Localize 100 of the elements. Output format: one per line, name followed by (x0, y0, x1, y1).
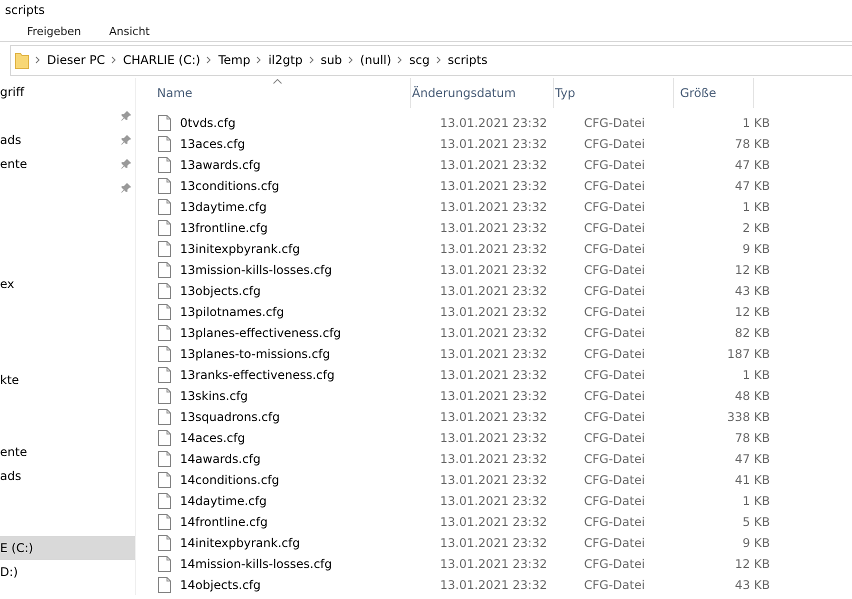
breadcrumb[interactable]: Temp (218, 53, 250, 67)
date-cell-text: 13.01.2021 23:32 (439, 430, 548, 444)
nav-label: D:) (0, 565, 18, 579)
breadcrumb[interactable]: il2gtp (268, 53, 303, 67)
column-header[interactable]: Größe (674, 78, 754, 108)
column-header[interactable]: Änderungsdatum (411, 78, 554, 108)
size-cell-text: 338 KB (726, 410, 770, 424)
date-cell-text: 13.01.2021 23:32 (439, 262, 548, 276)
type-cell-text: CFG-Datei (583, 556, 646, 570)
file-name[interactable]: 0tvds.cfg (180, 116, 435, 130)
nav-item[interactable]: kte (0, 368, 135, 392)
ribbon-tab[interactable]: Freigeben (27, 25, 82, 38)
file-name[interactable]: 13objects.cfg (180, 284, 435, 298)
file-name[interactable]: 13conditions.cfg (180, 178, 435, 192)
date-cell-text: 13.01.2021 23:32 (439, 326, 548, 340)
file-name[interactable]: 13daytime.cfg (180, 200, 435, 214)
size-cell-text: 9 KB (741, 242, 770, 256)
file-name[interactable]: 13initexpbyrank.cfg (180, 242, 435, 256)
size-cell-text: 48 KB (734, 388, 770, 402)
date-cell-text: 13.01.2021 23:32 (439, 388, 548, 402)
date-cell-text: 13.01.2021 23:32 (439, 472, 548, 486)
file-icon (158, 450, 171, 466)
size-cell-text: 43 KB (734, 578, 770, 592)
type-cell-text: CFG-Datei (583, 368, 646, 382)
chevron-icon (256, 56, 262, 64)
file-name[interactable]: 13aces.cfg (180, 136, 435, 150)
file-name[interactable]: 13squadrons.cfg (180, 410, 435, 424)
file-name[interactable]: 14awards.cfg (180, 452, 435, 466)
column-header[interactable]: Name (156, 78, 411, 108)
type-cell-text: CFG-Datei (583, 262, 646, 276)
file-icon (158, 304, 171, 320)
file-name[interactable]: 14daytime.cfg (180, 494, 435, 508)
file-icon (158, 388, 171, 404)
breadcrumb[interactable]: (null) (360, 53, 392, 67)
file-name[interactable]: 13pilotnames.cfg (180, 304, 435, 318)
type-cell-text: CFG-Datei (583, 200, 646, 214)
date-cell-text: 13.01.2021 23:32 (439, 242, 548, 256)
size-cell-text: 78 KB (734, 136, 770, 150)
file-name[interactable]: 14frontline.cfg (180, 514, 435, 528)
breadcrumb[interactable]: scg (409, 53, 430, 67)
date-cell-text: 13.01.2021 23:32 (439, 514, 548, 528)
file-name[interactable]: 13awards.cfg (180, 158, 435, 172)
nav-item[interactable]: griff (0, 80, 135, 104)
size-cell-text: 1 KB (741, 116, 770, 130)
size-cell-text: 47 KB (734, 178, 770, 192)
ribbon-tab[interactable]: Ansicht (109, 25, 150, 38)
file-name[interactable]: 13planes-effectiveness.cfg (180, 326, 435, 340)
file-name[interactable]: 14mission-kills-losses.cfg (180, 556, 435, 570)
file-name[interactable]: 14initexpbyrank.cfg (180, 536, 435, 550)
address-bar[interactable]: Dieser PC CHARLIE (C:) Temp il2gtp sub (null) scg scripts (10, 44, 852, 76)
nav-item[interactable]: ente (0, 440, 135, 464)
nav-label: ente (0, 445, 28, 459)
nav-item[interactable]: D:) (0, 560, 135, 584)
file-icon (158, 324, 171, 340)
file-icon (158, 430, 171, 446)
size-cell-text: 1 KB (741, 368, 770, 382)
type-cell-text: CFG-Datei (583, 136, 646, 150)
nav-item[interactable]: ads (0, 464, 135, 488)
file-name[interactable]: 13ranks-effectiveness.cfg (180, 368, 435, 382)
nav-item[interactable]: E (C:) (0, 536, 135, 560)
file-icon (158, 178, 171, 194)
date-cell-text: 13.01.2021 23:32 (439, 116, 548, 130)
nav-label: ads (0, 469, 22, 483)
file-icon (158, 492, 171, 508)
file-icon (158, 240, 171, 256)
nav-item[interactable]: ads (0, 128, 135, 152)
file-name[interactable]: 13skins.cfg (180, 388, 435, 402)
type-cell-text: CFG-Datei (583, 514, 646, 528)
file-icon (158, 114, 171, 130)
file-icon (158, 282, 171, 298)
column-header[interactable]: Typ (554, 78, 674, 108)
file-name[interactable]: 13mission-kills-losses.cfg (180, 262, 435, 276)
breadcrumb[interactable]: scripts (448, 53, 488, 67)
type-cell-text: CFG-Datei (583, 494, 646, 508)
size-cell-text: 43 KB (734, 284, 770, 298)
file-name[interactable]: 14conditions.cfg (180, 472, 435, 486)
date-cell-text: 13.01.2021 23:32 (439, 178, 548, 192)
date-cell-text: 13.01.2021 23:32 (439, 200, 548, 214)
date-cell-text: 13.01.2021 23:32 (439, 304, 548, 318)
type-cell-text: CFG-Datei (583, 116, 646, 130)
file-name[interactable]: 14objects.cfg (180, 578, 435, 592)
type-cell-text: CFG-Datei (583, 242, 646, 256)
nav-item[interactable]: ente (0, 152, 135, 176)
size-cell-text: 78 KB (734, 430, 770, 444)
size-cell-text: 41 KB (734, 472, 770, 486)
breadcrumb[interactable]: CHARLIE (C:) (122, 53, 200, 67)
file-name[interactable]: 13planes-to-missions.cfg (180, 346, 435, 360)
nav-label: ex (0, 277, 14, 291)
breadcrumb[interactable]: Dieser PC (47, 53, 105, 67)
chevron-icon (436, 56, 442, 64)
chevron-icon (35, 56, 41, 64)
file-name[interactable]: 13frontline.cfg (180, 220, 435, 234)
file-icon (158, 534, 171, 550)
size-cell-text: 12 KB (734, 262, 770, 276)
file-name[interactable]: 14aces.cfg (180, 430, 435, 444)
type-cell-text: CFG-Datei (583, 410, 646, 424)
nav-item[interactable]: ex (0, 272, 135, 296)
breadcrumb[interactable]: sub (320, 53, 342, 67)
size-cell-text: 82 KB (734, 326, 770, 340)
file-icon (158, 408, 171, 424)
